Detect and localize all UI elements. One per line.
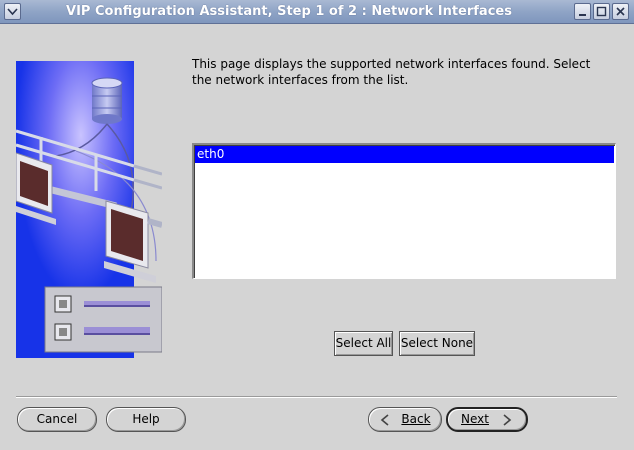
title-bar: VIP Configuration Assistant, Step 1 of 2…	[0, 0, 634, 24]
back-label: Back	[401, 412, 431, 426]
close-button[interactable]	[612, 3, 629, 20]
cancel-button[interactable]: Cancel	[17, 407, 97, 432]
select-all-button[interactable]: Select All	[334, 331, 393, 356]
minimize-icon	[579, 14, 586, 16]
database-icon	[91, 77, 123, 124]
page-description: This page displays the supported network…	[192, 57, 591, 87]
footer-separator	[16, 396, 617, 398]
checklist-icon	[44, 286, 162, 353]
window-title: VIP Configuration Assistant, Step 1 of 2…	[66, 4, 512, 19]
close-icon	[616, 7, 625, 16]
window-menu-button[interactable]	[4, 3, 21, 20]
chevron-right-icon	[503, 413, 512, 426]
back-button[interactable]: Back	[368, 407, 442, 432]
list-item[interactable]: eth0	[195, 146, 614, 163]
select-none-button[interactable]: Select None	[399, 331, 475, 356]
minimize-button[interactable]	[574, 3, 591, 20]
chevron-down-icon	[7, 8, 18, 16]
chevron-left-icon	[381, 413, 389, 426]
maximize-button[interactable]	[593, 3, 610, 20]
next-button[interactable]: Next	[446, 407, 528, 432]
next-label: Next	[461, 412, 489, 426]
wizard-illustration	[16, 61, 162, 358]
network-interface-list[interactable]: eth0	[192, 143, 616, 279]
help-button[interactable]: Help	[106, 407, 186, 432]
maximize-icon	[596, 6, 607, 17]
